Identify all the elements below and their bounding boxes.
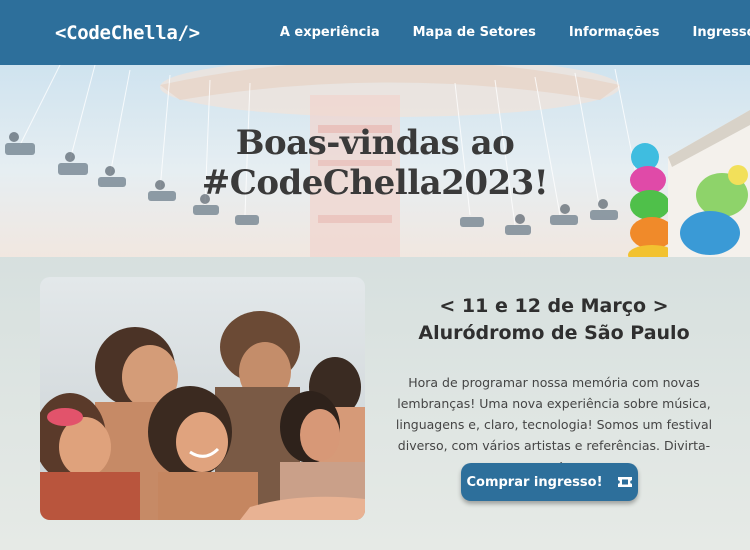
nav-link-experiencia[interactable]: A experiência	[280, 25, 380, 40]
buy-ticket-button[interactable]: Comprar ingresso!	[461, 463, 638, 501]
ticket-icon	[617, 476, 633, 488]
event-description: Hora de programar nossa memória com nova…	[395, 375, 713, 474]
main-nav: A experiência Mapa de Setores Informaçõe…	[280, 25, 750, 40]
event-date: < 11 e 12 de Março >	[439, 295, 669, 317]
site-header: <CodeChella/> A experiência Mapa de Seto…	[0, 0, 750, 65]
festival-crowd-photo	[40, 277, 365, 520]
hero-title: Boas-vindas ao #CodeChella2023!	[0, 123, 750, 203]
event-location: Aluródromo de São Paulo	[418, 322, 690, 344]
hero-title-line1: Boas-vindas ao	[235, 123, 515, 163]
nav-link-mapa-setores[interactable]: Mapa de Setores	[413, 25, 536, 40]
hero-banner: Boas-vindas ao #CodeChella2023!	[0, 65, 750, 257]
nav-link-ingresso[interactable]: Ingresso	[692, 25, 750, 40]
nav-link-informacoes[interactable]: Informações	[569, 25, 660, 40]
event-info: < 11 e 12 de Março > Aluródromo de São P…	[393, 293, 715, 477]
logo[interactable]: <CodeChella/>	[55, 22, 200, 44]
buy-ticket-label: Comprar ingresso!	[466, 474, 603, 490]
hero-title-line2: #CodeChella2023!	[201, 163, 549, 203]
